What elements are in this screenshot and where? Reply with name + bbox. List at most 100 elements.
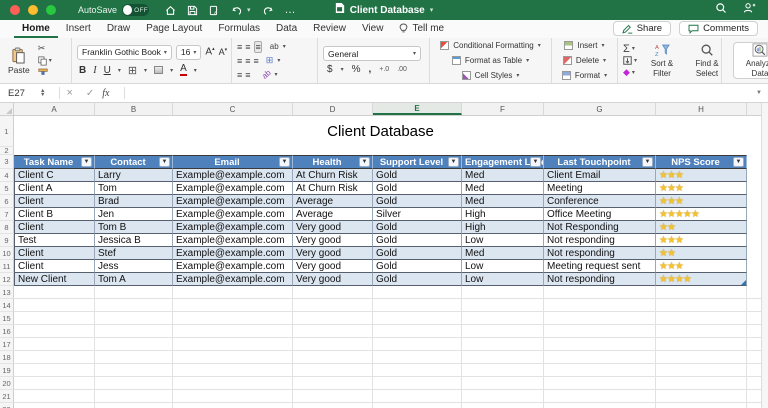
table-cell-nps-score[interactable]: ★★★ (656, 260, 747, 273)
table-cell-nps-score[interactable]: ★★★ (656, 169, 747, 182)
empty-cell[interactable] (544, 377, 656, 390)
empty-cell[interactable] (656, 364, 747, 377)
empty-cell[interactable] (173, 351, 293, 364)
table-header-contact[interactable]: Contact▼ (95, 155, 173, 169)
row-number[interactable]: 17 (0, 338, 14, 351)
empty-cell[interactable] (173, 390, 293, 403)
table-cell-email[interactable]: Example@example.com (173, 182, 293, 195)
empty-cell[interactable] (293, 403, 373, 408)
empty-cell[interactable] (14, 403, 95, 408)
row-number[interactable]: 3 (0, 155, 14, 169)
table-cell-email[interactable]: Example@example.com (173, 169, 293, 182)
table-cell-last-touchpoint[interactable]: Conference (544, 195, 656, 208)
merge-center-icon[interactable]: ⊞ (266, 55, 274, 66)
table-cell-email[interactable]: Example@example.com (173, 208, 293, 221)
delete-cells-button[interactable]: Delete▾ (563, 55, 606, 65)
table-cell-task-name[interactable]: Client (14, 247, 95, 260)
empty-cell[interactable] (462, 312, 544, 325)
row-number[interactable]: 18 (0, 351, 14, 364)
column-header-C[interactable]: C (173, 103, 293, 115)
table-header-support-level[interactable]: Support Level▼ (373, 155, 462, 169)
decrease-font-icon[interactable]: A▾ (219, 47, 228, 57)
empty-cell[interactable] (373, 364, 462, 377)
table-cell-task-name[interactable]: Client (14, 221, 95, 234)
table-cell-engagement-level[interactable]: Low (462, 234, 544, 247)
empty-cell[interactable] (14, 351, 95, 364)
italic-button[interactable]: I (93, 65, 96, 76)
name-box[interactable]: E27 (0, 88, 40, 99)
empty-cell[interactable] (14, 312, 95, 325)
filter-dropdown-icon[interactable]: ▼ (359, 157, 370, 167)
row-number[interactable]: 1 (0, 116, 14, 147)
empty-cell[interactable] (95, 364, 173, 377)
table-cell-nps-score[interactable]: ★★★★ (656, 273, 747, 286)
row-number[interactable]: 9 (0, 234, 14, 247)
autosave-switch[interactable]: OFF (122, 4, 149, 16)
row-number[interactable]: 16 (0, 325, 14, 338)
paste-button[interactable]: Paste (5, 47, 33, 75)
empty-cell[interactable] (293, 377, 373, 390)
empty-cell[interactable] (747, 286, 761, 299)
row-number[interactable]: 15 (0, 312, 14, 325)
column-header-D[interactable]: D (293, 103, 373, 115)
tab-page-layout[interactable]: Page Layout (138, 23, 210, 38)
decrease-indent-icon[interactable]: ≡ (237, 70, 241, 80)
empty-cell[interactable] (373, 299, 462, 312)
empty-cell[interactable] (14, 364, 95, 377)
row-number[interactable]: 22 (0, 403, 14, 408)
table-cell-contact[interactable]: Tom (95, 182, 173, 195)
column-header-G[interactable]: G (544, 103, 656, 115)
table-cell-task-name[interactable]: Client (14, 260, 95, 273)
table-cell-email[interactable]: Example@example.com (173, 260, 293, 273)
empty-cell[interactable] (173, 299, 293, 312)
decrease-decimal-button[interactable]: .00 (397, 66, 407, 73)
empty-cell[interactable] (544, 390, 656, 403)
empty-cell[interactable] (747, 351, 761, 364)
analyze-data-button[interactable]: Analyze Data (733, 42, 768, 78)
percent-format-button[interactable]: % (352, 64, 361, 75)
tab-data[interactable]: Data (268, 23, 305, 38)
empty-cell[interactable] (747, 377, 761, 390)
vertical-scrollbar[interactable] (761, 103, 768, 408)
empty-cell[interactable] (747, 403, 761, 408)
undo-icon[interactable] (231, 5, 243, 16)
table-cell-contact[interactable]: Larry (95, 169, 173, 182)
filter-dropdown-icon[interactable]: ▼ (81, 157, 92, 167)
empty-cell[interactable] (173, 286, 293, 299)
table-cell-last-touchpoint[interactable]: Client Email (544, 169, 656, 182)
column-header-H[interactable]: H (656, 103, 747, 115)
row-number[interactable]: 21 (0, 390, 14, 403)
empty-cell[interactable] (14, 286, 95, 299)
table-cell-engagement-level[interactable]: High (462, 221, 544, 234)
empty-cell[interactable] (544, 403, 656, 408)
empty-cell[interactable] (462, 364, 544, 377)
tab-formulas[interactable]: Formulas (210, 23, 268, 38)
align-middle-icon[interactable]: ≡ (245, 42, 249, 52)
table-cell-contact[interactable]: Tom A (95, 273, 173, 286)
sort-filter-button[interactable]: AZ Sort & Filter (642, 43, 682, 77)
autosave-toggle[interactable]: AutoSave OFF (78, 4, 149, 16)
table-header-engagement-level[interactable]: Engagement Level▼ (462, 155, 544, 169)
table-cell-engagement-level[interactable]: High (462, 208, 544, 221)
empty-cell[interactable] (656, 351, 747, 364)
row-number[interactable]: 10 (0, 247, 14, 260)
empty-cell[interactable] (293, 338, 373, 351)
empty-cell[interactable] (462, 286, 544, 299)
table-cell-email[interactable]: Example@example.com (173, 195, 293, 208)
empty-cell[interactable] (544, 299, 656, 312)
align-bottom-icon[interactable]: ≡ (254, 41, 262, 53)
table-cell-email[interactable]: Example@example.com (173, 234, 293, 247)
filter-dropdown-icon[interactable]: ▼ (448, 157, 459, 167)
empty-cell[interactable] (544, 325, 656, 338)
table-cell-engagement-level[interactable]: Med (462, 195, 544, 208)
orientation-icon[interactable]: ab (260, 68, 273, 81)
row-number[interactable]: 19 (0, 364, 14, 377)
empty-cell[interactable] (293, 325, 373, 338)
empty-cell[interactable] (373, 403, 462, 408)
filter-dropdown-icon[interactable]: ▼ (530, 157, 541, 167)
formula-input[interactable] (131, 84, 757, 102)
row-number[interactable]: 5 (0, 182, 14, 195)
table-cell-email[interactable]: Example@example.com (173, 247, 293, 260)
empty-cell[interactable] (656, 299, 747, 312)
home-icon[interactable] (165, 5, 176, 16)
